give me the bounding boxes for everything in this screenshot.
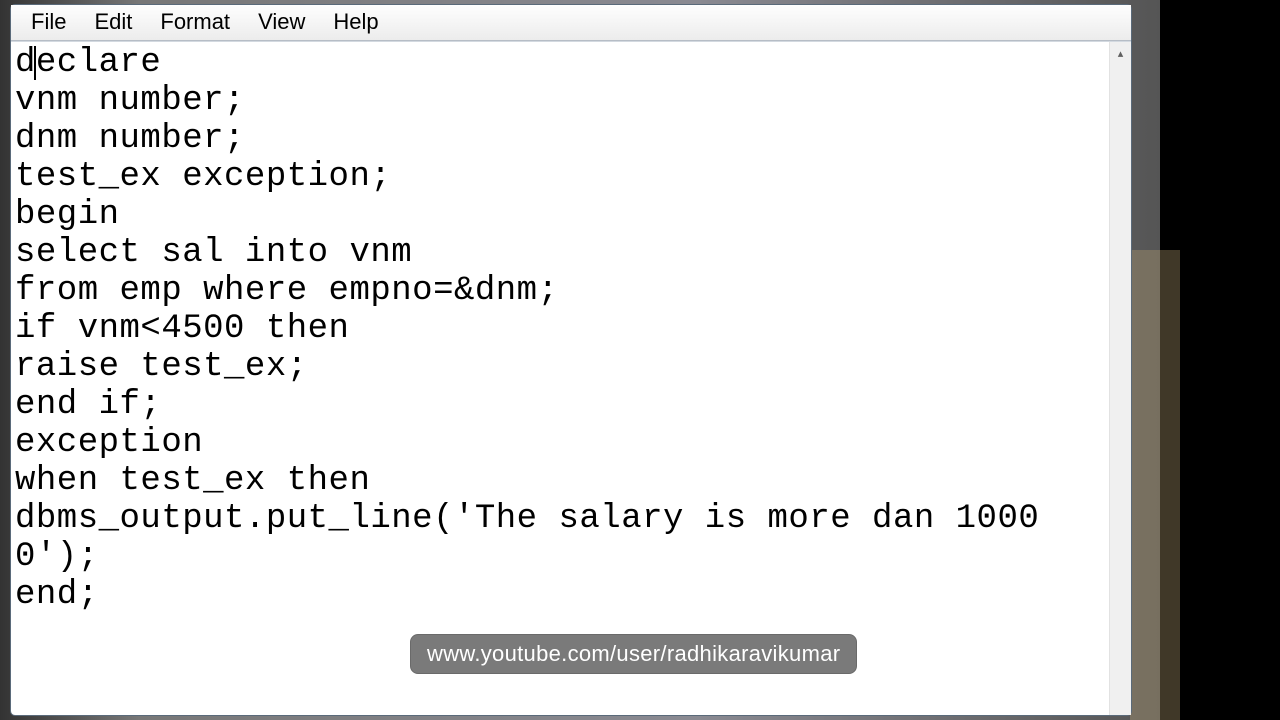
editor-area: declare vnm number; dnm number; test_ex … [11, 41, 1131, 715]
text-caret [34, 46, 36, 80]
watermark-overlay: www.youtube.com/user/radhikaravikumar [410, 634, 857, 674]
vertical-scrollbar[interactable]: ▴ [1109, 42, 1131, 715]
desktop-backdrop-right [1130, 250, 1180, 720]
menu-help[interactable]: Help [319, 5, 392, 39]
chevron-up-icon: ▴ [1118, 47, 1124, 60]
scroll-up-button[interactable]: ▴ [1110, 42, 1131, 64]
menu-view[interactable]: View [244, 5, 319, 39]
menu-format[interactable]: Format [146, 5, 244, 39]
text-editor[interactable]: declare vnm number; dnm number; test_ex … [11, 42, 1109, 715]
watermark-text: www.youtube.com/user/radhikaravikumar [427, 641, 840, 666]
menu-file[interactable]: File [17, 5, 80, 39]
menubar: File Edit Format View Help [11, 5, 1131, 41]
notepad-window: File Edit Format View Help declare vnm n… [10, 4, 1132, 716]
menu-edit[interactable]: Edit [80, 5, 146, 39]
